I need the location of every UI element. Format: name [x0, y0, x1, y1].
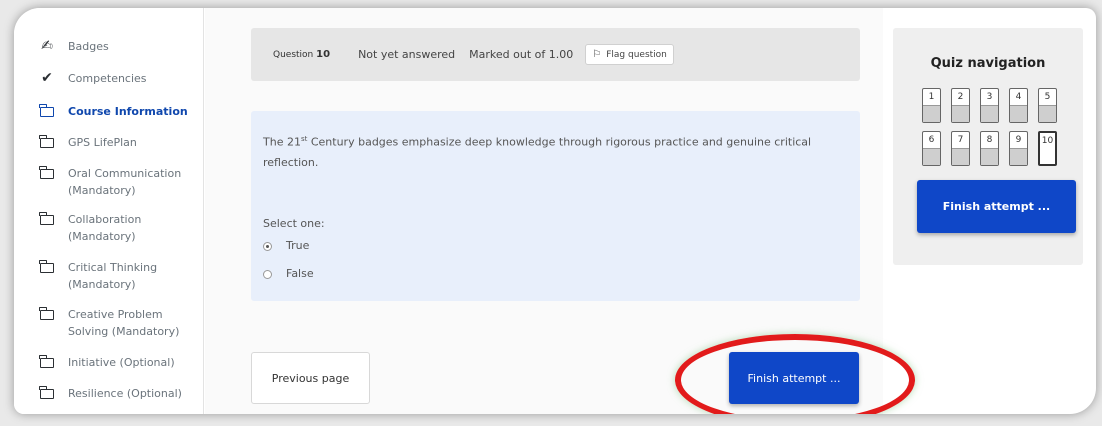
sidebar-item-label: GPS LifePlan	[68, 136, 137, 149]
browser-window: ✍ Badges ✔ Competencies Course Informati…	[14, 8, 1096, 414]
quiz-nav-question-7[interactable]: 7	[951, 131, 970, 166]
quiz-nav-status-fill	[952, 148, 969, 165]
quiz-nav-question-3[interactable]: 3	[980, 88, 999, 123]
sidebar-item-course-information[interactable]: Course Information	[38, 103, 188, 120]
folder-icon	[38, 165, 56, 181]
quiz-nav-finish-attempt-button[interactable]: Finish attempt ...	[917, 180, 1076, 233]
quiz-nav-status-fill	[952, 105, 969, 122]
sidebar-item-resilience[interactable]: Resilience (Optional)	[38, 385, 182, 402]
quiz-nav-question-9[interactable]: 9	[1009, 131, 1028, 166]
question-info-bar: Question 10 Not yet answered Marked out …	[251, 28, 860, 81]
quiz-nav-question-1[interactable]: 1	[922, 88, 941, 123]
question-text-part: Century badges emphasize deep knowledge …	[263, 135, 812, 169]
sidebar-item-label: Resilience (Optional)	[68, 387, 182, 400]
quiz-nav-number: 1	[928, 92, 935, 102]
quiz-nav-question-2[interactable]: 2	[951, 88, 970, 123]
quiz-nav-status-fill	[981, 148, 998, 165]
sidebar-item-label: Badges	[68, 40, 109, 53]
quiz-nav-question-8[interactable]: 8	[980, 131, 999, 166]
previous-page-button[interactable]: Previous page	[251, 352, 370, 404]
answer-option-false[interactable]: False	[263, 264, 314, 284]
question-state: Not yet answered	[358, 48, 456, 61]
quiz-nav-question-5[interactable]: 5	[1038, 88, 1057, 123]
sidebar-item-initiative[interactable]: Initiative (Optional)	[38, 354, 175, 371]
check-icon: ✔	[41, 69, 53, 86]
quiz-nav-number: 8	[986, 135, 993, 145]
folder-icon	[38, 306, 56, 322]
quiz-navigation-title: Quiz navigation	[930, 56, 1046, 71]
sidebar-item-critical-thinking[interactable]: Critical Thinking (Mandatory)	[38, 259, 168, 293]
badge-icon: ✍	[41, 37, 53, 54]
question-number: Question 10	[273, 49, 330, 60]
folder-icon	[38, 259, 56, 275]
quiz-nav-status-fill	[1010, 105, 1027, 122]
question-text: The 21st Century badges emphasize deep k…	[263, 129, 848, 173]
quiz-nav-status-fill	[923, 105, 940, 122]
quiz-nav-question-10[interactable]: 10	[1038, 131, 1057, 166]
quiz-nav-number: 6	[928, 135, 935, 145]
quiz-nav-status-fill	[923, 148, 940, 165]
folder-icon	[38, 354, 56, 370]
sidebar-item-label: Course Information	[68, 105, 188, 118]
folder-icon	[38, 385, 56, 401]
question-text-part: The 21	[263, 135, 301, 149]
folder-icon	[38, 211, 56, 227]
sidebar-item-label: Oral Communication (Mandatory)	[68, 167, 182, 197]
quiz-nav-status-fill	[1039, 105, 1056, 122]
sidebar-item-label: Collaboration (Mandatory)	[68, 213, 142, 243]
question-marks: Marked out of 1.00	[469, 48, 574, 61]
sidebar-item-collaboration[interactable]: Collaboration (Mandatory)	[38, 211, 158, 245]
flag-question-button[interactable]: ⚐ Flag question	[585, 44, 674, 65]
sidebar-item-label: Creative Problem Solving (Mandatory)	[68, 308, 180, 338]
radio-button[interactable]	[263, 269, 272, 279]
question-content: The 21st Century badges emphasize deep k…	[251, 111, 860, 301]
quiz-nav-number: 4	[1015, 92, 1022, 102]
answer-option-true[interactable]: True	[263, 236, 309, 256]
sidebar-item-badges[interactable]: ✍ Badges	[38, 38, 109, 55]
radio-button[interactable]	[263, 241, 272, 251]
quiz-nav-number: 5	[1044, 92, 1051, 102]
screenshot-frame: ✍ Badges ✔ Competencies Course Informati…	[0, 0, 1102, 426]
sidebar-item-gps-lifeplan[interactable]: GPS LifePlan	[38, 134, 137, 151]
answer-option-label: False	[286, 267, 314, 280]
sidebar-item-label: Critical Thinking (Mandatory)	[68, 261, 158, 291]
select-one-label: Select one:	[263, 217, 325, 230]
flag-question-label: Flag question	[606, 49, 667, 60]
sidebar-item-label: Initiative (Optional)	[68, 356, 175, 369]
folder-icon	[38, 134, 56, 150]
quiz-nav-status-fill	[981, 105, 998, 122]
quiz-nav-number: 7	[957, 135, 964, 145]
folder-icon	[38, 103, 56, 119]
quiz-nav-question-6[interactable]: 6	[922, 131, 941, 166]
sidebar-item-creative-problem-solving[interactable]: Creative Problem Solving (Mandatory)	[38, 306, 188, 340]
quiz-nav-number: 9	[1015, 135, 1022, 145]
quiz-nav-status-fill	[1010, 148, 1027, 165]
sidebar-item-competencies[interactable]: ✔ Competencies	[38, 69, 147, 87]
quiz-nav-number: 3	[986, 92, 993, 102]
sidebar-item-oral-communication[interactable]: Oral Communication (Mandatory)	[38, 165, 188, 199]
course-sidebar: ✍ Badges ✔ Competencies Course Informati…	[14, 8, 204, 414]
quiz-navigation-panel: Quiz navigation 1 2 3 4 5 6 7 8 9 10 Fin…	[893, 28, 1083, 265]
answer-option-label: True	[286, 239, 310, 252]
question-number-value: 10	[316, 49, 331, 60]
flag-icon: ⚐	[592, 49, 602, 60]
question-label: Question	[273, 50, 314, 60]
sidebar-item-label: Competencies	[68, 72, 147, 85]
quiz-nav-number: 10	[1041, 136, 1054, 146]
quiz-nav-question-4[interactable]: 4	[1009, 88, 1028, 123]
quiz-nav-number: 2	[957, 92, 964, 102]
